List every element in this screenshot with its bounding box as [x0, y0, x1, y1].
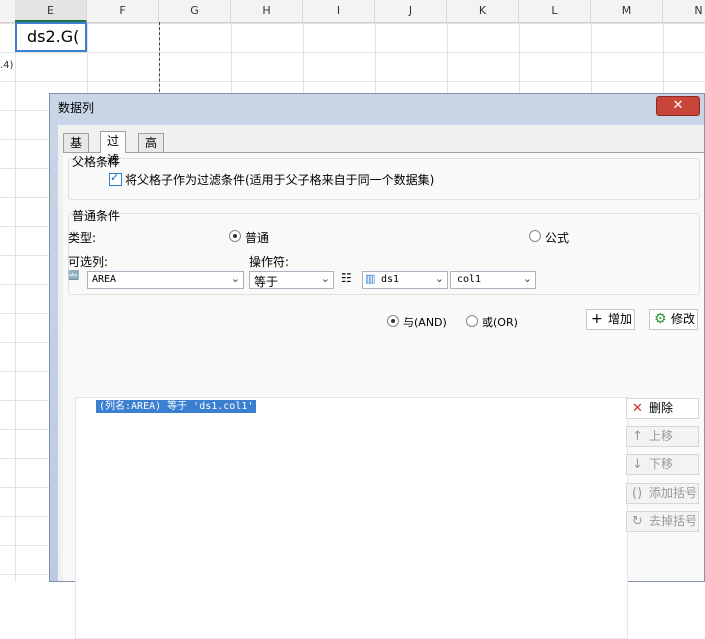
chevron-down-icon: ⌄: [522, 272, 532, 285]
active-cell[interactable]: ds2.G(: [15, 22, 87, 52]
operator-select[interactable]: 等于 ⌄: [249, 271, 334, 289]
column-header-j[interactable]: J: [375, 0, 447, 22]
active-cell-text: ds2.G(: [27, 27, 80, 46]
type-formula-label: 公式: [545, 231, 570, 245]
add-bracket-label: 添加括号: [649, 486, 698, 500]
field-select-value: col1: [457, 274, 482, 285]
dataset-select-value: ds1: [381, 274, 400, 285]
parent-filter-checkbox[interactable]: [109, 171, 122, 186]
chevron-down-icon: ⌄: [434, 272, 444, 285]
column-header-bar: E F G H I J K L M N: [0, 0, 705, 23]
condition-list[interactable]: (列名:AREA) 等于 'ds1.col1': [75, 397, 628, 639]
add-bracket-button[interactable]: () 添加括号: [626, 483, 699, 504]
dialog-client: 基本 过滤 高级 父格条件 将父格子作为过滤条件(适用于父子格来自于同一个数据集…: [58, 125, 704, 639]
column-select-value: AREA: [92, 274, 117, 285]
delete-button-label: 删除: [649, 401, 674, 415]
type-normal-radio[interactable]: [229, 230, 241, 242]
dataset-select[interactable]: ▥ ds1 ⌄: [362, 271, 448, 289]
operator-label: 操作符:: [249, 255, 290, 269]
type-label: 类型:: [68, 231, 97, 245]
plus-icon: +: [591, 311, 603, 327]
tab-filter[interactable]: 过滤: [100, 131, 127, 167]
move-down-label: 下移: [649, 457, 674, 471]
row-stub-text: .4): [0, 60, 14, 71]
column-header-m[interactable]: M: [591, 0, 663, 22]
type-normal-label: 普通: [245, 231, 270, 245]
dialog-titlebar[interactable]: 数据列 ✕: [50, 94, 704, 118]
dataset-icon: ▥: [365, 272, 376, 285]
column-header-f[interactable]: F: [87, 0, 159, 22]
move-up-button[interactable]: ↑ 上移: [626, 426, 699, 447]
remove-bracket-button[interactable]: ↻ 去掉括号: [626, 511, 699, 532]
add-button[interactable]: + 增加: [586, 309, 635, 330]
dialog-title: 数据列: [58, 101, 95, 115]
modify-button-label: 修改: [671, 312, 696, 326]
type-formula-radio[interactable]: [529, 230, 541, 242]
modify-icon: ⚙: [654, 311, 667, 327]
logic-or-radio[interactable]: [466, 315, 478, 327]
column-header-k[interactable]: K: [447, 0, 519, 22]
field-select[interactable]: col1 ⌄: [450, 271, 536, 289]
logic-and-radio[interactable]: [387, 315, 399, 327]
filter-panel: 父格条件 将父格子作为过滤条件(适用于父子格来自于同一个数据集) 普通条件 类型…: [63, 152, 704, 639]
chevron-down-icon: ⌄: [320, 272, 330, 285]
table-list-icon[interactable]: ☷: [341, 271, 352, 285]
bracket-icon: (): [632, 486, 643, 501]
column-header-g[interactable]: G: [159, 0, 231, 22]
data-column-dialog: 数据列 ✕ 基本 过滤 高级 父格条件 将父格子作为过滤条件(适用于父子格来自于…: [49, 93, 705, 639]
side-button-column: ✕ 删除 ↑ 上移 ↓ 下移 () 添加括号 ↻ 去掉括号: [626, 397, 699, 637]
column-header-l[interactable]: L: [519, 0, 591, 22]
logic-or-label: 或(OR): [482, 316, 518, 329]
logic-and-label: 与(AND): [403, 316, 447, 329]
delete-button[interactable]: ✕ 删除: [626, 398, 699, 419]
column-header-h[interactable]: H: [231, 0, 303, 22]
condition-item[interactable]: (列名:AREA) 等于 'ds1.col1': [96, 400, 257, 413]
column-header-i[interactable]: I: [303, 0, 375, 22]
column-header-e[interactable]: E: [15, 0, 87, 22]
parent-filter-checkbox-label: 将父格子作为过滤条件(适用于父子格来自于同一个数据集): [125, 173, 435, 187]
normal-condition-title: 普通条件: [72, 209, 121, 223]
move-up-label: 上移: [649, 429, 674, 443]
column-select[interactable]: AREA ⌄: [87, 271, 244, 289]
chevron-down-icon: ⌄: [230, 272, 240, 285]
arrow-down-icon: ↓: [632, 457, 643, 472]
move-down-button[interactable]: ↓ 下移: [626, 454, 699, 475]
abc-column-icon: 🔤: [68, 271, 80, 281]
column-label: 可选列:: [68, 255, 109, 269]
close-button[interactable]: ✕: [656, 96, 700, 116]
remove-bracket-label: 去掉括号: [649, 514, 698, 528]
tab-advanced[interactable]: 高级: [138, 133, 165, 169]
page-break-line: [159, 22, 160, 102]
column-header-n[interactable]: N: [663, 0, 705, 22]
close-icon: ✕: [672, 98, 684, 113]
arrow-up-icon: ↑: [632, 429, 643, 444]
operator-select-value: 等于: [254, 275, 279, 289]
tab-basic[interactable]: 基本: [63, 133, 90, 169]
delete-x-icon: ✕: [632, 401, 643, 416]
remove-bracket-icon: ↻: [632, 514, 643, 529]
modify-button[interactable]: ⚙ 修改: [649, 309, 698, 330]
add-button-label: 增加: [608, 312, 633, 326]
